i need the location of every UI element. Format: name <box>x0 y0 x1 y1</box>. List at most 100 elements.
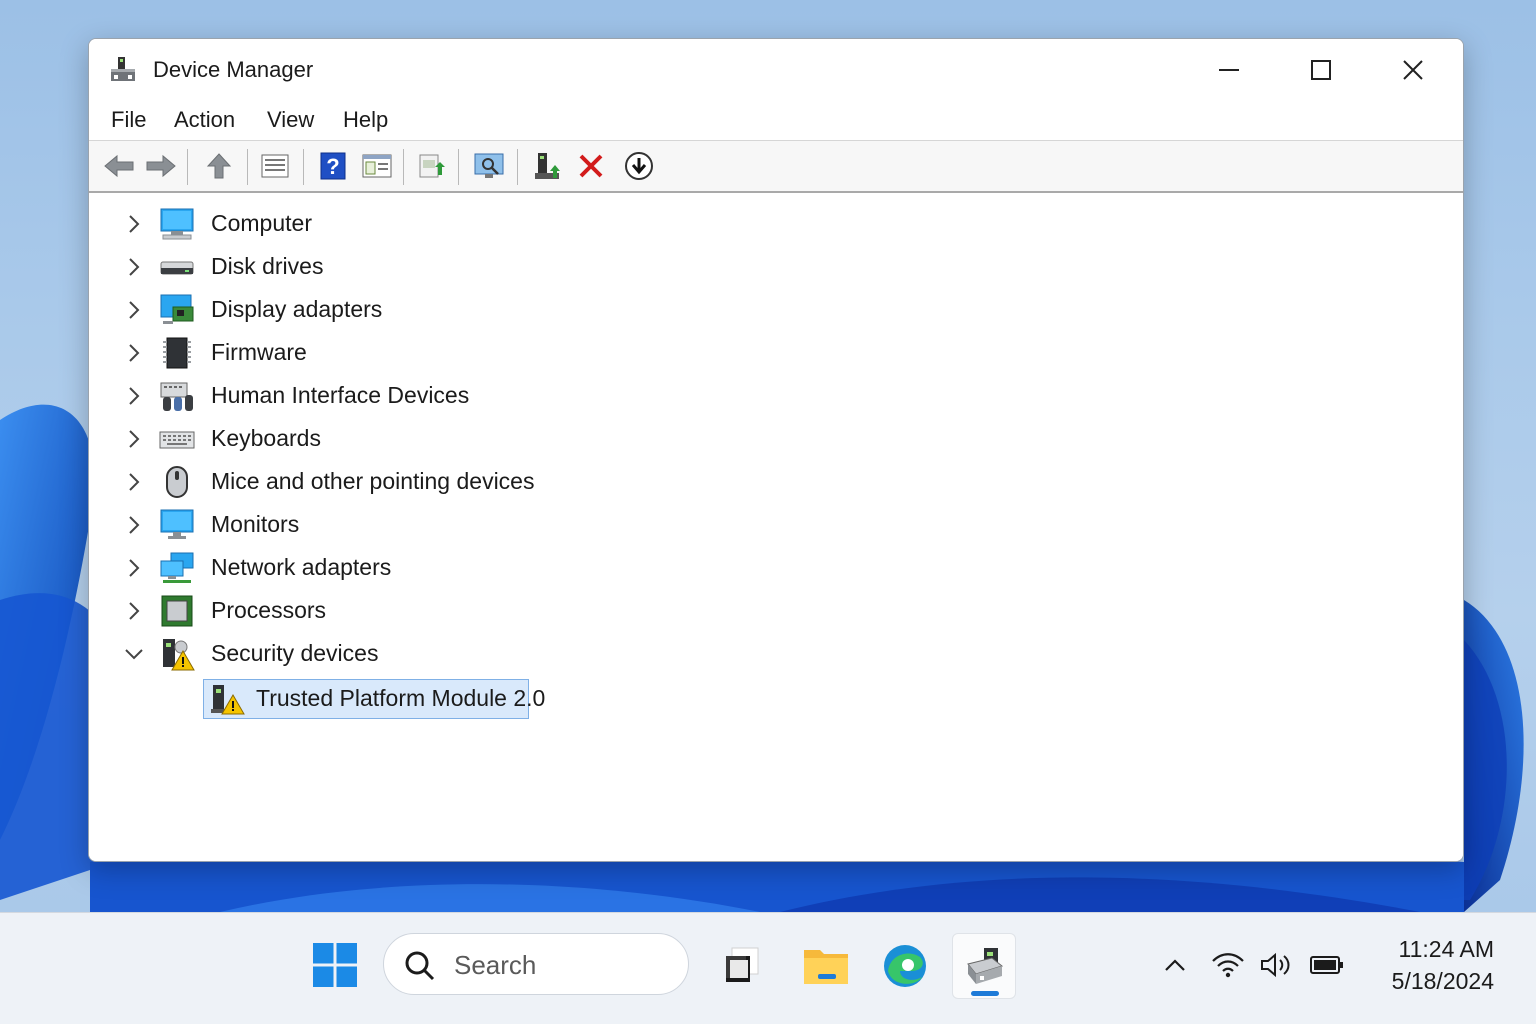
file-explorer-button[interactable] <box>794 933 858 999</box>
tree-item-display-adapters[interactable]: Display adapters <box>89 289 1463 331</box>
window-title: Device Manager <box>153 57 314 82</box>
minimize-button[interactable] <box>1183 39 1275 101</box>
mouse-icon <box>166 466 188 498</box>
chevron-right-icon[interactable] <box>123 213 145 235</box>
tree-item-label: Computer <box>211 210 312 236</box>
edge-icon <box>884 945 926 987</box>
tree-item-label: Processors <box>211 597 327 623</box>
tree-item-network-adapters[interactable]: Network adapters <box>89 547 1463 589</box>
back-button[interactable] <box>101 149 137 183</box>
clock-date: 5/18/2024 <box>1391 968 1494 994</box>
chevron-right-icon[interactable] <box>123 471 145 493</box>
back-arrow-icon <box>104 154 134 178</box>
firmware-chip-icon <box>163 337 191 369</box>
up-button[interactable] <box>201 149 237 183</box>
tree-item-label: Human Interface Devices <box>211 382 470 408</box>
help-button[interactable]: ? <box>315 149 351 183</box>
tree-item-label: Monitors <box>211 511 300 537</box>
download-icon <box>625 152 653 180</box>
enable-device-icon <box>535 153 560 179</box>
tree-item-firmware[interactable]: Firmware <box>89 332 1463 374</box>
chevron-right-icon[interactable] <box>123 600 145 622</box>
chevron-right-icon[interactable] <box>123 256 145 278</box>
download-button[interactable] <box>621 149 657 183</box>
clock[interactable]: 11:24 AM 5/18/2024 <box>1392 933 1494 997</box>
search-box[interactable]: Search <box>383 933 689 995</box>
device-tree: Computer Disk drives Display adapters Fi… <box>89 195 1463 861</box>
menu-view[interactable]: View <box>263 107 318 133</box>
maximize-button[interactable] <box>1275 39 1367 101</box>
processor-icon <box>161 595 193 627</box>
tree-item-label: Trusted Platform Module 2.0 <box>256 685 546 711</box>
scan-hardware-button[interactable] <box>471 149 507 183</box>
security-warning-icon <box>163 639 195 671</box>
title-bar[interactable]: Device Manager <box>89 39 1463 101</box>
properties-button[interactable] <box>257 149 293 183</box>
chevron-down-icon[interactable] <box>123 643 145 665</box>
tree-item-label: Disk drives <box>211 253 324 279</box>
menu-file[interactable]: File <box>107 107 150 133</box>
menu-help[interactable]: Help <box>339 107 392 133</box>
network-adapter-icon <box>160 552 194 583</box>
tree-item-label: Network adapters <box>211 554 392 580</box>
svg-text:?: ? <box>326 154 339 179</box>
chevron-right-icon[interactable] <box>123 557 145 579</box>
tree-item-tpm[interactable]: Trusted Platform Module 2.0 <box>89 677 1463 719</box>
tree-item-label: Keyboards <box>211 425 321 451</box>
uninstall-device-icon <box>579 154 603 178</box>
tree-item-human-interface-devices[interactable]: Human Interface Devices <box>89 375 1463 417</box>
device-manager-window: Device Manager File Action View Help ? C… <box>88 38 1464 862</box>
active-indicator <box>971 991 999 996</box>
display-adapter-icon <box>160 294 194 324</box>
search-icon <box>405 951 435 981</box>
up-one-level-icon <box>206 153 232 179</box>
device-manager-icon <box>111 57 135 81</box>
close-icon <box>1403 60 1423 80</box>
tree-item-processors[interactable]: Processors <box>89 590 1463 632</box>
tree-item-keyboards[interactable]: Keyboards <box>89 418 1463 460</box>
tree-item-label: Mice and other pointing devices <box>211 468 535 494</box>
close-button[interactable] <box>1367 39 1459 101</box>
chevron-right-icon[interactable] <box>123 385 145 407</box>
volume-icon <box>1261 952 1290 978</box>
chevron-right-icon[interactable] <box>123 514 145 536</box>
chevron-right-icon[interactable] <box>123 342 145 364</box>
toolbar: ? <box>89 141 1463 193</box>
update-driver-icon <box>419 154 445 178</box>
scan-hardware-icon <box>474 153 504 178</box>
device-manager-icon <box>967 948 1004 984</box>
disk-drive-icon <box>160 261 194 275</box>
wifi-button[interactable] <box>1210 949 1246 981</box>
chevron-right-icon[interactable] <box>123 299 145 321</box>
tree-item-mice[interactable]: Mice and other pointing devices <box>89 461 1463 503</box>
tree-item-computer[interactable]: Computer <box>89 203 1463 245</box>
tree-item-security-devices[interactable]: Security devices <box>89 633 1463 675</box>
task-view-button[interactable] <box>704 933 768 999</box>
tree-item-monitors[interactable]: Monitors <box>89 504 1463 546</box>
forward-button[interactable] <box>143 149 179 183</box>
enable-device-button[interactable] <box>529 149 565 183</box>
clock-time: 11:24 AM <box>1398 936 1494 962</box>
show-hide-console-button[interactable] <box>359 149 395 183</box>
device-manager-taskbar-button[interactable] <box>952 933 1016 999</box>
search-placeholder: Search <box>454 950 537 980</box>
maximize-icon <box>1311 60 1331 80</box>
monitor-icon <box>160 509 194 539</box>
toolbar-separator <box>517 149 518 185</box>
tree-item-disk-drives[interactable]: Disk drives <box>89 246 1463 288</box>
toolbar-separator <box>458 149 459 185</box>
forward-arrow-icon <box>146 154 176 178</box>
menu-action[interactable]: Action <box>170 107 239 133</box>
help-icon: ? <box>320 152 346 180</box>
hid-icon <box>160 382 193 411</box>
battery-icon <box>1310 956 1343 974</box>
battery-button[interactable] <box>1308 949 1346 981</box>
chevron-right-icon[interactable] <box>123 428 145 450</box>
task-view-icon <box>726 947 759 982</box>
windows-start-icon[interactable] <box>313 943 357 987</box>
update-driver-button[interactable] <box>414 149 450 183</box>
uninstall-device-button[interactable] <box>573 149 609 183</box>
volume-button[interactable] <box>1258 949 1296 981</box>
edge-button[interactable] <box>873 933 937 999</box>
show-hidden-icons-button[interactable] <box>1160 949 1190 981</box>
